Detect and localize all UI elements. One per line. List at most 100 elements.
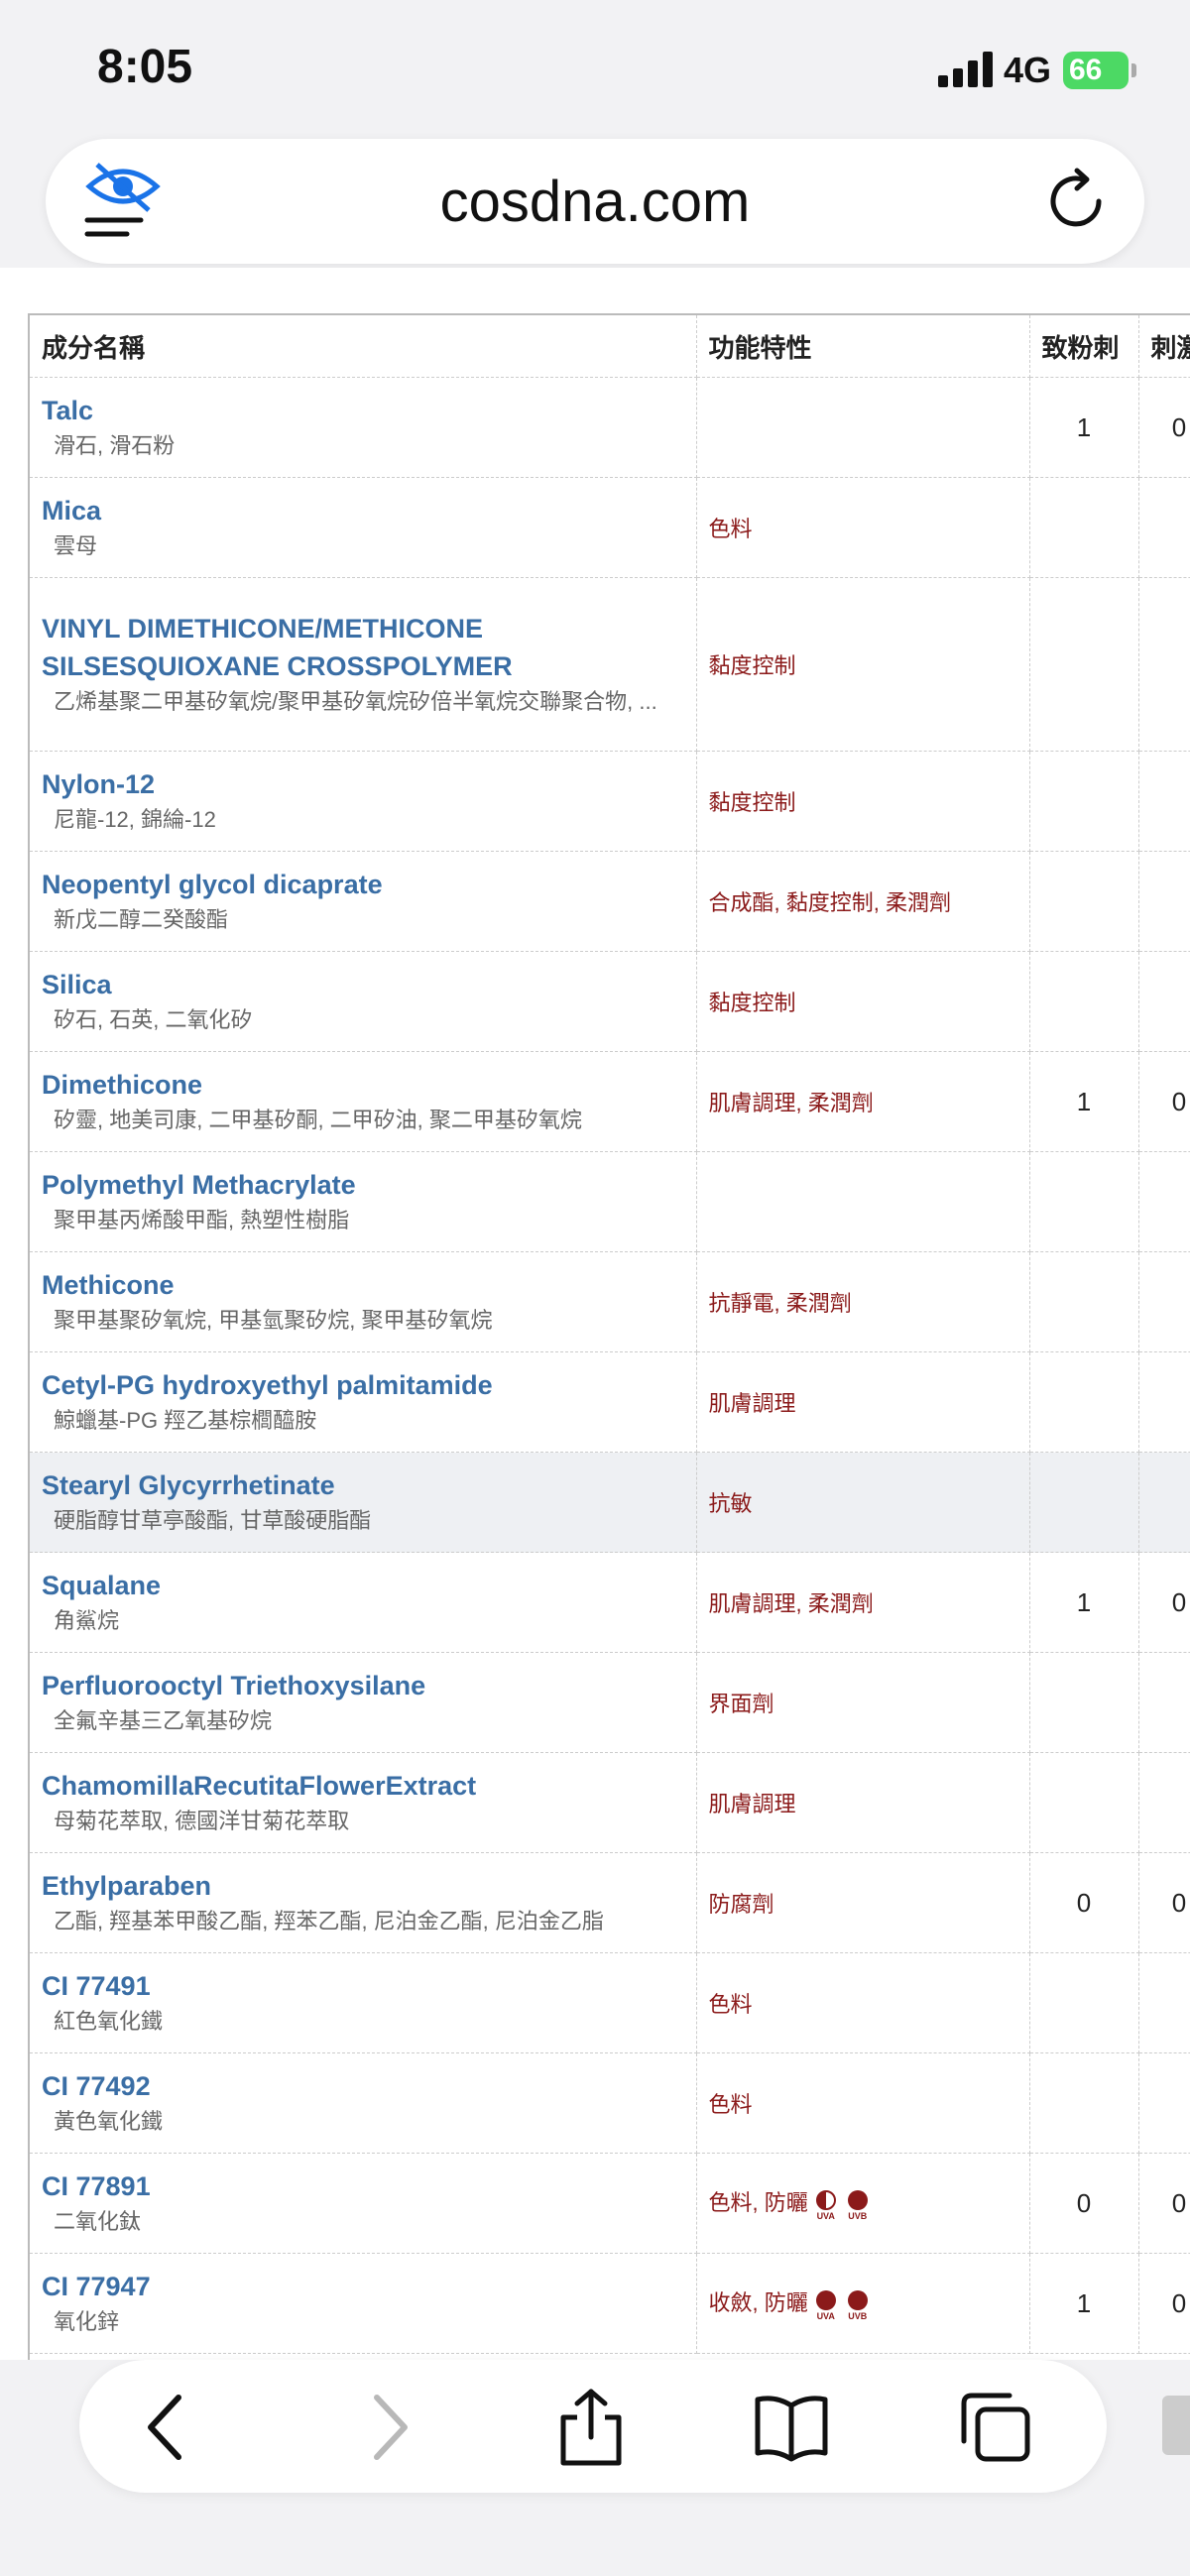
table-row: Stearyl Glycyrrhetinate 硬脂醇甘草亭酸酯, 甘草酸硬脂酯 抗…	[30, 1452, 1190, 1553]
comedogenic-value	[1029, 577, 1139, 752]
comedogenic-value: 1	[1029, 1051, 1139, 1152]
ingredient-alias: 二氧化鈦	[54, 2209, 142, 2234]
tab-overview-handle[interactable]	[1162, 2396, 1190, 2455]
ingredient-alias: 聚甲基丙烯酸甲酯, 熱塑性樹脂	[54, 1208, 350, 1232]
ingredient-link[interactable]: CI 77891	[42, 2167, 684, 2205]
tabs-icon[interactable]	[956, 2388, 1035, 2467]
irritant-value	[1138, 1251, 1190, 1352]
irritant-value	[1138, 1151, 1190, 1252]
ingredient-link[interactable]: Dimethicone	[42, 1066, 684, 1104]
comedogenic-value	[1029, 851, 1139, 952]
bookmarks-icon[interactable]	[752, 2388, 831, 2467]
function-cell: 黏度控制	[696, 951, 1030, 1052]
ingredient-link[interactable]: Cetyl-PG hydroxyethyl palmitamide	[42, 1366, 684, 1404]
function-cell: 色料	[696, 2052, 1030, 2154]
function-cell: 界面劑	[696, 1652, 1030, 1753]
ingredient-alias: 矽靈, 地美司康, 二甲基矽酮, 二甲矽油, 聚二甲基矽氧烷	[54, 1108, 582, 1132]
function-cell: 收斂, 防曬 UVA UVB	[696, 2253, 1030, 2354]
ingredient-alias: 矽石, 石英, 二氧化矽	[54, 1007, 253, 1032]
ingredient-link[interactable]: Methicone	[42, 1266, 684, 1304]
comedogenic-value	[1029, 751, 1139, 852]
table-row: CI 77492 黃色氧化鐵 色料	[30, 2052, 1190, 2154]
irritant-value	[1138, 477, 1190, 578]
header-comedogenic: 致粉刺	[1029, 315, 1139, 378]
back-icon[interactable]	[129, 2388, 208, 2467]
function-cell: 肌膚調理	[696, 1752, 1030, 1853]
ingredient-alias: 全氟辛基三乙氧基矽烷	[54, 1708, 273, 1733]
function-cell: 抗敏	[696, 1452, 1030, 1553]
table-row: Talc 滑石, 滑石粉 1 0	[30, 377, 1190, 478]
irritant-value: 0	[1138, 1852, 1190, 1953]
ingredient-table: 成分名稱 功能特性 致粉刺 刺激 Talc滑石, 滑石粉10Mica雲母色料VI…	[28, 313, 1190, 2360]
ingredient-link[interactable]: Silica	[42, 966, 684, 1003]
header-ingredient-name: 成分名稱	[30, 315, 697, 378]
ingredient-cell: Cetyl-PG hydroxyethyl palmitamide 鯨蠟基-PG …	[30, 1351, 697, 1453]
ingredient-alias: 聚甲基聚矽氧烷, 甲基氫聚矽烷, 聚甲基矽氧烷	[54, 1308, 493, 1333]
table-row: Perfluorooctyl Triethoxysilane 全氟辛基三乙氧基矽烷…	[30, 1652, 1190, 1753]
irritant-value	[1138, 1452, 1190, 1553]
ingredient-cell: Ethylparaben 乙酯, 羥基苯甲酸乙酯, 羥苯乙酯, 尼泊金乙酯, 尼泊…	[30, 1852, 697, 1953]
ingredient-link[interactable]: CI 77491	[42, 1967, 684, 2005]
irritant-value	[1138, 577, 1190, 752]
ingredient-link[interactable]: Polymethyl Methacrylate	[42, 1166, 684, 1204]
ingredient-alias: 鯨蠟基-PG 羥乙基棕櫚醯胺	[54, 1408, 317, 1433]
forward-icon[interactable]	[347, 2388, 426, 2467]
ingredient-cell: Dimethicone 矽靈, 地美司康, 二甲基矽酮, 二甲矽油, 聚二甲基矽氧…	[30, 1051, 697, 1152]
address-bar[interactable]: cosdna.com	[46, 139, 1144, 264]
ingredient-cell: CI 77491 紅色氧化鐵	[30, 1952, 697, 2053]
home-indicator-area	[0, 2538, 1190, 2576]
ingredient-link[interactable]: Perfluorooctyl Triethoxysilane	[42, 1667, 684, 1704]
network-type: 4G	[1004, 50, 1052, 90]
ingredient-link[interactable]: VINYL DIMETHICONE/METHICONE SILSESQUIOXA…	[42, 610, 684, 685]
function-cell: 色料, 防曬 UVA UVB	[696, 2153, 1030, 2254]
ingredient-link[interactable]: Squalane	[42, 1567, 684, 1604]
irritant-value: 0	[1138, 377, 1190, 478]
ingredient-cell: Perfluorooctyl Triethoxysilane 全氟辛基三乙氧基矽烷	[30, 1652, 697, 1753]
ingredient-alias: 紅色氧化鐵	[54, 2009, 164, 2034]
url-domain[interactable]: cosdna.com	[46, 169, 1144, 235]
ingredient-link[interactable]: ChamomillaRecutitaFlowerExtract	[42, 1767, 684, 1805]
function-text: 黏度控制	[708, 790, 796, 815]
comedogenic-value	[1029, 1151, 1139, 1252]
ingredient-link[interactable]: CI 77492	[42, 2067, 684, 2105]
ingredient-alias: 雲母	[54, 533, 98, 558]
uva-icon: UVA	[812, 2289, 840, 2321]
ingredient-link[interactable]: CI 77947	[42, 2268, 684, 2305]
irritant-value	[1138, 1652, 1190, 1753]
reload-icon[interactable]	[1041, 167, 1111, 236]
ingredient-link[interactable]: Mica	[42, 492, 684, 529]
function-cell	[696, 1151, 1030, 1252]
comedogenic-value	[1029, 1251, 1139, 1352]
table-row: Mica 雲母 色料	[30, 477, 1190, 578]
function-cell: 黏度控制	[696, 751, 1030, 852]
ingredient-link[interactable]: Ethylparaben	[42, 1867, 684, 1905]
ingredient-alias: 黃色氧化鐵	[54, 2109, 164, 2134]
battery-icon: 66	[1063, 52, 1136, 89]
irritant-value	[1138, 1952, 1190, 2053]
comedogenic-value	[1029, 2052, 1139, 2154]
ingredient-cell: Stearyl Glycyrrhetinate 硬脂醇甘草亭酸酯, 甘草酸硬脂酯	[30, 1452, 697, 1553]
ingredient-link[interactable]: Stearyl Glycyrrhetinate	[42, 1466, 684, 1504]
ingredient-alias: 角鯊烷	[54, 1608, 120, 1633]
table-row: CI 77947 氧化鋅 收斂, 防曬 UVA UVB 1 0	[30, 2253, 1190, 2354]
ingredient-link[interactable]: Nylon-12	[42, 765, 684, 803]
irritant-value: 0	[1138, 1552, 1190, 1653]
function-text: 色料	[708, 2092, 753, 2117]
share-icon[interactable]	[551, 2388, 631, 2467]
function-text: 色料, 防曬	[708, 2189, 808, 2215]
comedogenic-value: 0	[1029, 1852, 1139, 1953]
table-row: CI 77891 二氧化鈦 色料, 防曬 UVA UVB 0 0	[30, 2153, 1190, 2254]
comedogenic-value: 1	[1029, 1552, 1139, 1653]
table-row: Ethylparaben 乙酯, 羥基苯甲酸乙酯, 羥苯乙酯, 尼泊金乙酯, 尼泊…	[30, 1852, 1190, 1953]
table-row: Polymethyl Methacrylate 聚甲基丙烯酸甲酯, 熱塑性樹脂	[30, 1151, 1190, 1252]
ingredient-link[interactable]: Neopentyl glycol dicaprate	[42, 866, 684, 903]
ingredient-link[interactable]: Talc	[42, 392, 684, 429]
function-cell: 色料	[696, 477, 1030, 578]
ingredient-cell: Squalane 角鯊烷	[30, 1552, 697, 1653]
function-text: 抗靜電, 柔潤劑	[708, 1291, 852, 1316]
browser-toolbar	[79, 2360, 1107, 2493]
header-irritant: 刺激	[1138, 315, 1190, 378]
comedogenic-value	[1029, 1752, 1139, 1853]
ingredient-alias: 硬脂醇甘草亭酸酯, 甘草酸硬脂酯	[54, 1508, 372, 1533]
ingredient-cell: Polymethyl Methacrylate 聚甲基丙烯酸甲酯, 熱塑性樹脂	[30, 1151, 697, 1252]
